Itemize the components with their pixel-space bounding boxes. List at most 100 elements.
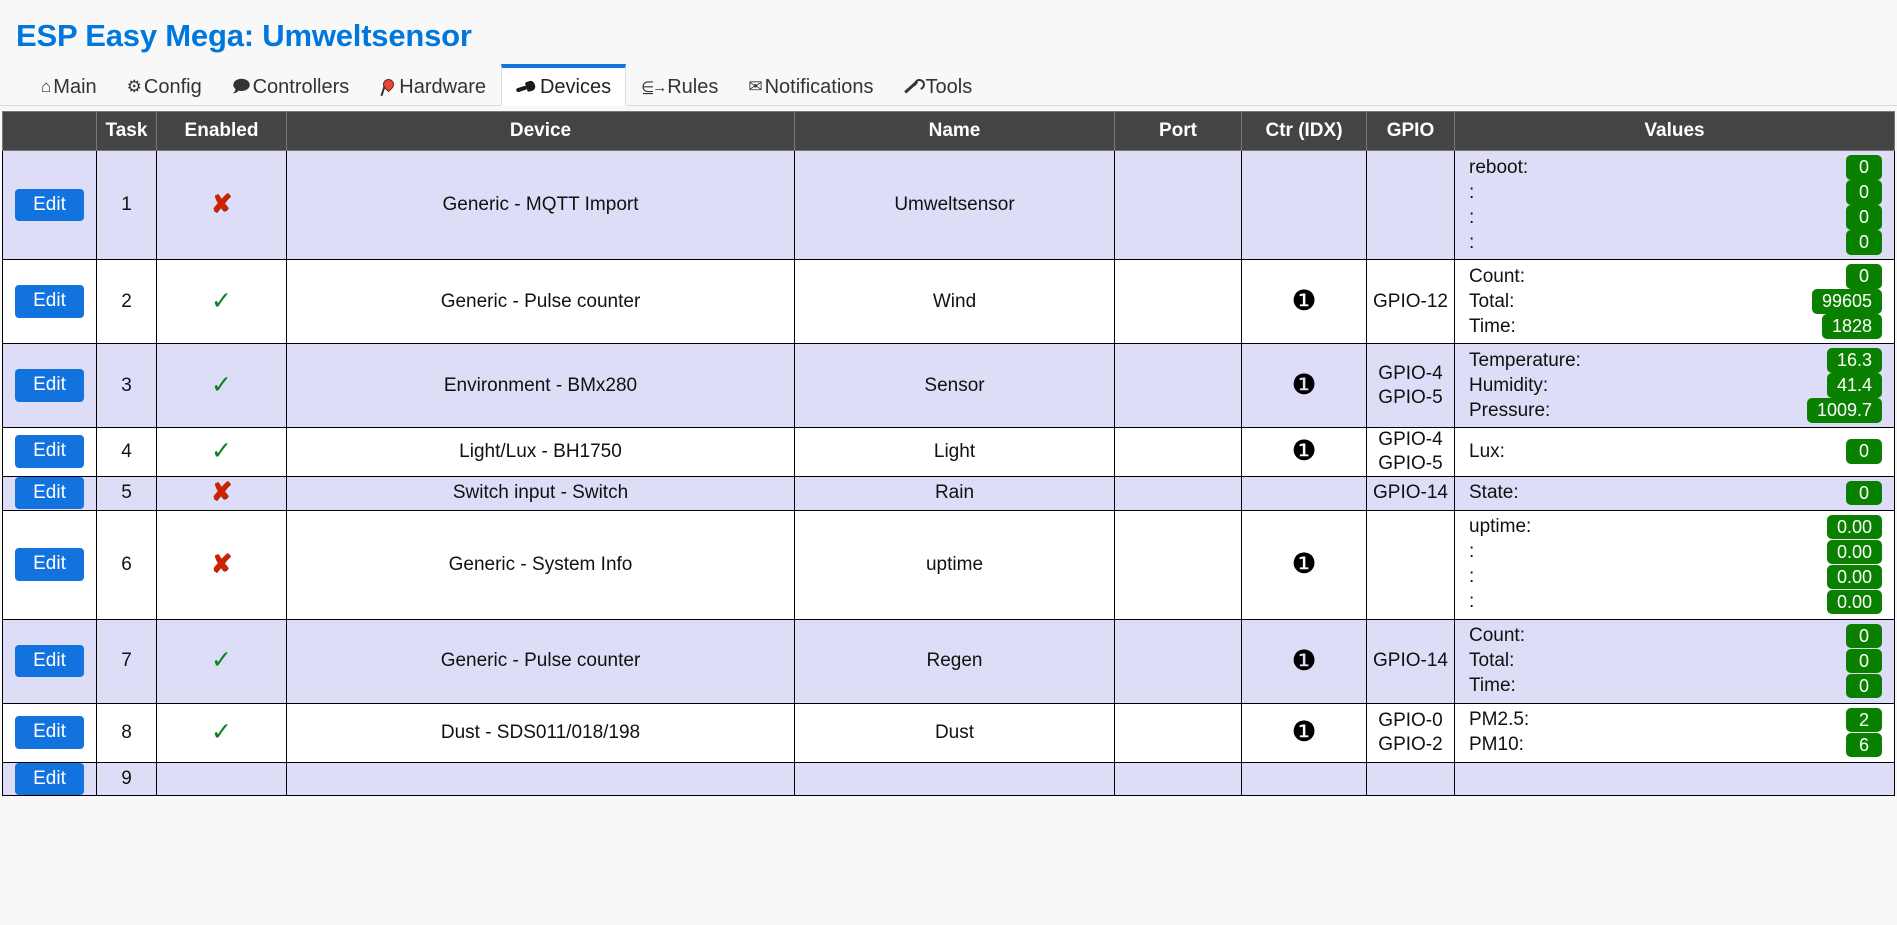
value-list: uptime: 0.00: 0.00: 0.00: 0.00 bbox=[1459, 511, 1890, 619]
value-row: reboot: 0 bbox=[1469, 155, 1882, 180]
gear-icon bbox=[127, 78, 142, 95]
value-label: PM2.5: bbox=[1469, 709, 1530, 730]
table-row: Edit 1 ✘ Generic - MQTT Import Umweltsensor r… bbox=[2, 150, 1895, 260]
value-list: PM2.5: 2 PM10: 6 bbox=[1459, 704, 1890, 762]
value-list: Count: 0 Total: 99605 Time: 1828 bbox=[1459, 260, 1890, 343]
task-name: Dust bbox=[794, 702, 1115, 763]
values-cell: uptime: 0.00: 0.00: 0.00: 0.00 bbox=[1454, 509, 1895, 620]
value-badge: 0.00 bbox=[1826, 564, 1882, 590]
gpio-pin: GPIO-4 bbox=[1378, 429, 1443, 450]
gpio-cell: GPIO-4 GPIO-5 bbox=[1366, 427, 1455, 477]
table-header-row: Task Enabled Device Name Port Ctr (IDX) GPIO Va… bbox=[2, 111, 1895, 151]
edit-cell: Edit bbox=[2, 150, 97, 260]
page-root: ESP Easy Mega: Umweltsensor Main Config Co… bbox=[0, 0, 1897, 925]
gpio-cell bbox=[1366, 509, 1455, 620]
edit-button[interactable]: Edit bbox=[15, 369, 84, 402]
gpio-cell bbox=[1366, 150, 1455, 260]
value-label: : bbox=[1469, 541, 1475, 562]
column-header-name: Name bbox=[794, 111, 1115, 151]
tab-label: Notifications bbox=[764, 75, 874, 98]
enabled-cell: ✓ bbox=[156, 259, 287, 344]
edit-button[interactable]: Edit bbox=[15, 188, 84, 222]
tab-rules[interactable]: Rules bbox=[626, 67, 733, 105]
tab-label: Hardware bbox=[399, 75, 486, 98]
table-row: Edit 5 ✘ Switch input - Switch Rain GPIO-14 St… bbox=[2, 475, 1895, 511]
edit-button[interactable]: Edit bbox=[15, 716, 84, 749]
value-row: : 0.00 bbox=[1469, 564, 1882, 590]
device-name: Environment - BMx280 bbox=[286, 343, 795, 428]
values-cell: Temperature: 16.3 Humidity: 41.4 Pressure: 10… bbox=[1454, 343, 1895, 428]
task-number: 3 bbox=[96, 343, 157, 428]
edit-button[interactable]: Edit bbox=[15, 435, 84, 469]
gpio-pin: GPIO-14 bbox=[1373, 482, 1448, 504]
task-name: Regen bbox=[794, 618, 1115, 704]
task-number: 1 bbox=[96, 150, 157, 260]
port-cell bbox=[1114, 427, 1242, 477]
value-list: Count: 0 Total: 0 Time: 0 bbox=[1459, 620, 1890, 703]
task-number: 4 bbox=[96, 427, 157, 477]
value-badge: 0 bbox=[1846, 230, 1882, 255]
column-header-actions bbox=[2, 111, 97, 151]
task-number: 9 bbox=[96, 761, 157, 797]
port-cell bbox=[1114, 702, 1242, 763]
value-badge: 0.00 bbox=[1826, 589, 1882, 615]
tab-label: Rules bbox=[667, 75, 719, 98]
check-icon: ✓ bbox=[211, 717, 232, 746]
edit-button[interactable]: Edit bbox=[15, 476, 84, 510]
check-icon: ✓ bbox=[211, 646, 232, 674]
controller-index-badge: ❶ bbox=[1291, 548, 1317, 579]
value-badge: 0 bbox=[1846, 439, 1882, 465]
edit-button[interactable]: Edit bbox=[15, 285, 84, 318]
value-row: Time: 0 bbox=[1469, 673, 1882, 699]
value-label: : bbox=[1469, 591, 1475, 612]
tab-config[interactable]: Config bbox=[112, 67, 217, 105]
edit-button[interactable]: Edit bbox=[15, 762, 84, 796]
gpio-cell: GPIO-12 bbox=[1366, 259, 1455, 344]
devices-table: Task Enabled Device Name Port Ctr (IDX) GPIO Va… bbox=[2, 111, 1895, 797]
check-icon: ✓ bbox=[211, 286, 232, 315]
device-name: Generic - MQTT Import bbox=[286, 150, 795, 260]
tab-controllers[interactable]: Controllers bbox=[217, 67, 365, 105]
tab-main[interactable]: Main bbox=[26, 67, 112, 105]
value-row: :0 bbox=[1469, 180, 1882, 205]
value-badge: 16.3 bbox=[1826, 348, 1882, 373]
tab-label: Main bbox=[53, 75, 97, 98]
value-label: Total: bbox=[1469, 650, 1515, 671]
task-name: Sensor bbox=[794, 343, 1115, 428]
value-badge: 0 bbox=[1846, 673, 1882, 699]
edit-cell: Edit bbox=[2, 761, 97, 797]
task-number: 8 bbox=[96, 702, 157, 763]
value-row: uptime: 0.00 bbox=[1469, 514, 1882, 540]
chat-icon bbox=[232, 78, 251, 95]
value-row: Total: 0 bbox=[1469, 648, 1882, 674]
column-header-ctr-idx: Ctr (IDX) bbox=[1241, 111, 1367, 151]
edit-button[interactable]: Edit bbox=[15, 644, 84, 678]
tab-devices[interactable]: Devices bbox=[500, 64, 627, 106]
ctr-idx-cell: ❶ bbox=[1241, 427, 1367, 477]
column-header-enabled: Enabled bbox=[156, 111, 287, 151]
value-label: Humidity: bbox=[1469, 374, 1549, 396]
value-row: Time: 1828 bbox=[1469, 314, 1882, 339]
ctr-idx-cell: ❶ bbox=[1241, 509, 1367, 620]
value-badge: 0 bbox=[1846, 480, 1882, 506]
device-name bbox=[286, 761, 795, 797]
value-list: Lux: 0 bbox=[1459, 435, 1890, 468]
value-label: State: bbox=[1469, 482, 1519, 503]
tab-notifications[interactable]: Notifications bbox=[733, 67, 888, 105]
enabled-cell: ✘ bbox=[156, 509, 287, 620]
device-name: Generic - Pulse counter bbox=[286, 618, 795, 704]
tab-tools[interactable]: Tools bbox=[889, 67, 988, 105]
edit-cell: Edit bbox=[2, 427, 97, 477]
table-row: Edit 2 ✓ Generic - Pulse counter Wind ❶ GPIO-1… bbox=[2, 259, 1895, 344]
enabled-cell: ✓ bbox=[156, 618, 287, 704]
value-badge: 99605 bbox=[1811, 289, 1882, 314]
gpio-cell bbox=[1366, 761, 1455, 797]
tab-hardware[interactable]: Hardware bbox=[364, 67, 501, 105]
table-row: Edit 7 ✓ Generic - Pulse counter Regen ❶ GPIO-… bbox=[2, 618, 1895, 704]
mail-icon bbox=[748, 78, 762, 95]
edit-button[interactable]: Edit bbox=[15, 548, 84, 581]
edit-cell: Edit bbox=[2, 618, 97, 704]
edit-cell: Edit bbox=[2, 343, 97, 428]
tab-label: Tools bbox=[925, 75, 973, 98]
value-row: : 0.00 bbox=[1469, 589, 1882, 615]
